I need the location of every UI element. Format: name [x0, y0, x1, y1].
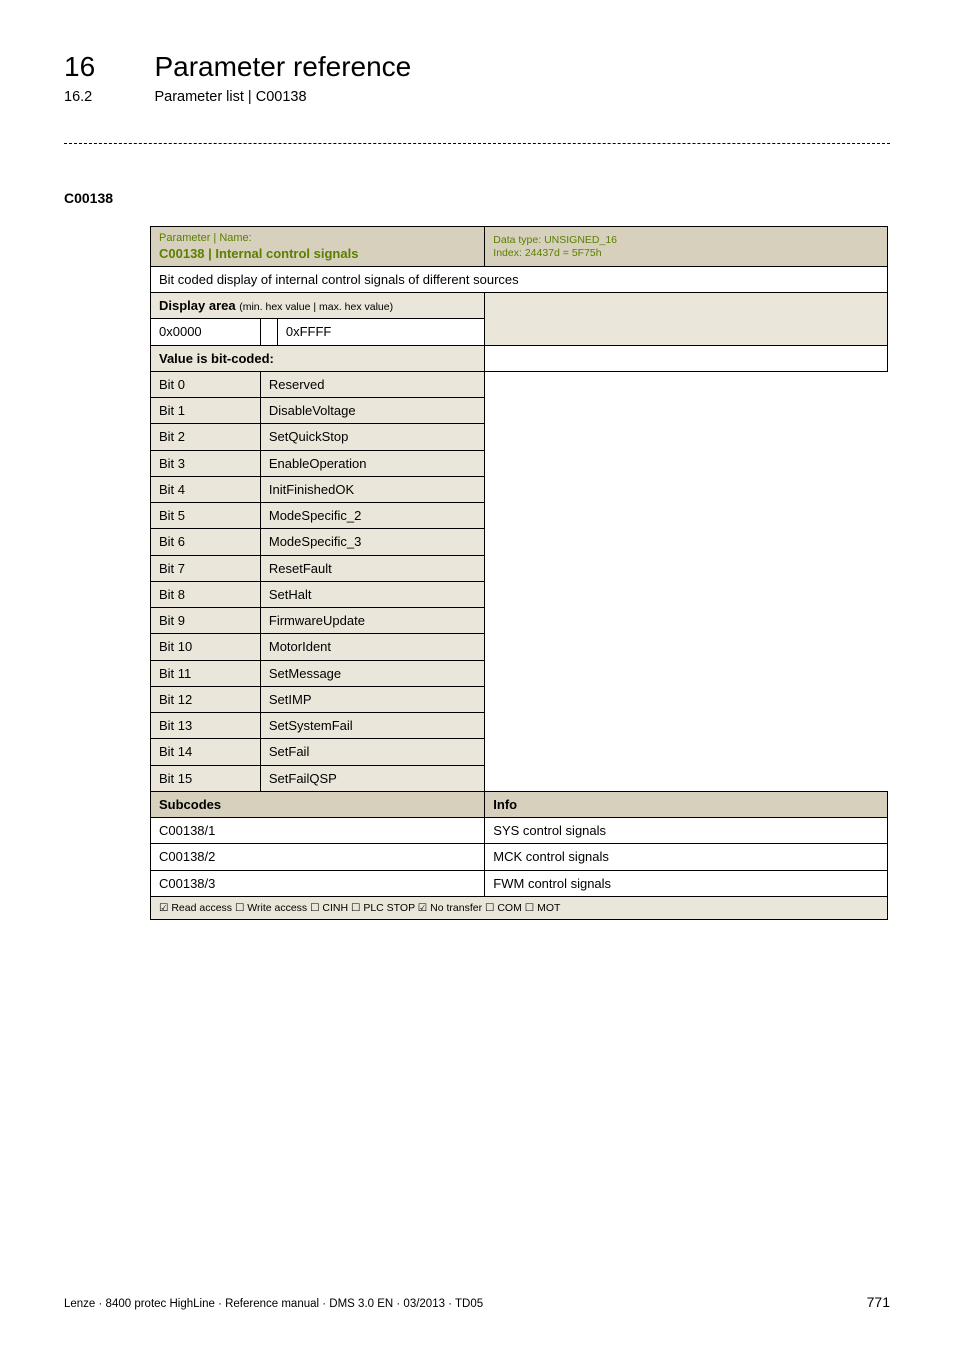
bit-label: Bit 5 — [151, 503, 261, 529]
subcode-row: C00138/1SYS control signals — [151, 818, 888, 844]
header-small-label: Parameter | Name: — [159, 232, 476, 246]
parameter-id-heading: C00138 — [64, 190, 890, 206]
bit-desc: InitFinishedOK — [260, 476, 484, 502]
bit-row: Bit 12SetIMP — [151, 686, 888, 712]
section-title: Parameter list | C00138 — [154, 89, 306, 105]
bit-label: Bit 3 — [151, 450, 261, 476]
bit-label: Bit 0 — [151, 371, 261, 397]
bit-row: Bit 8SetHalt — [151, 581, 888, 607]
bit-desc: SetSystemFail — [260, 713, 484, 739]
bit-row: Bit 4InitFinishedOK — [151, 476, 888, 502]
bit-row: Bit 15SetFailQSP — [151, 765, 888, 791]
display-min: 0x0000 — [151, 319, 261, 345]
bit-row: Bit 11SetMessage — [151, 660, 888, 686]
subcode-right: SYS control signals — [485, 818, 888, 844]
description-text: Bit coded display of internal control si… — [151, 266, 888, 292]
header-index: Index: 24437d = 5F75h — [493, 247, 879, 260]
bit-label: Bit 2 — [151, 424, 261, 450]
bit-desc: EnableOperation — [260, 450, 484, 476]
bit-desc: SetHalt — [260, 581, 484, 607]
chapter-title: Parameter reference — [154, 52, 411, 83]
chapter-number: 16 — [64, 52, 150, 83]
section-number: 16.2 — [64, 89, 150, 105]
bit-row: Bit 10MotorIdent — [151, 634, 888, 660]
display-area-label: Display area — [159, 298, 236, 313]
subcode-left: C00138/2 — [151, 844, 485, 870]
bit-desc: ModeSpecific_3 — [260, 529, 484, 555]
display-area-small: (min. hex value | max. hex value) — [239, 301, 393, 313]
bit-row: Bit 6ModeSpecific_3 — [151, 529, 888, 555]
bitcoded-header-row: Value is bit-coded: — [151, 345, 888, 371]
header-datatype: Data type: UNSIGNED_16 — [493, 234, 879, 247]
bit-desc: FirmwareUpdate — [260, 608, 484, 634]
display-max: 0xFFFF — [277, 319, 484, 345]
bitcoded-label: Value is bit-coded: — [151, 345, 485, 371]
bit-row: Bit 0Reserved — [151, 371, 888, 397]
subcodes-header-right: Info — [485, 791, 888, 817]
bit-label: Bit 10 — [151, 634, 261, 660]
subcode-row: C00138/2MCK control signals — [151, 844, 888, 870]
subcodes-header-row: Subcodes Info — [151, 791, 888, 817]
access-footer-row: ☑ Read access ☐ Write access ☐ CINH ☐ PL… — [151, 896, 888, 919]
bit-row: Bit 2SetQuickStop — [151, 424, 888, 450]
page-number: 771 — [867, 1294, 890, 1310]
bit-desc: Reserved — [260, 371, 484, 397]
bit-desc: SetFailQSP — [260, 765, 484, 791]
parameter-table: Parameter | Name: C00138 | Internal cont… — [150, 226, 888, 920]
bit-label: Bit 4 — [151, 476, 261, 502]
bit-row: Bit 7ResetFault — [151, 555, 888, 581]
bit-desc: DisableVoltage — [260, 398, 484, 424]
subcode-right: MCK control signals — [485, 844, 888, 870]
subcodes-header-left: Subcodes — [151, 791, 485, 817]
bitcoded-empty — [485, 345, 888, 371]
display-area-header-row: Display area (min. hex value | max. hex … — [151, 293, 888, 319]
bit-label: Bit 13 — [151, 713, 261, 739]
bit-desc: ModeSpecific_2 — [260, 503, 484, 529]
subcode-right: FWM control signals — [485, 870, 888, 896]
display-area-empty — [485, 293, 888, 346]
bit-row: Bit 9FirmwareUpdate — [151, 608, 888, 634]
bit-label: Bit 9 — [151, 608, 261, 634]
bit-label: Bit 14 — [151, 739, 261, 765]
subcode-left: C00138/3 — [151, 870, 485, 896]
bit-desc: MotorIdent — [260, 634, 484, 660]
display-spacer — [260, 319, 277, 345]
bit-desc: SetQuickStop — [260, 424, 484, 450]
bit-label: Bit 1 — [151, 398, 261, 424]
footer-left: Lenze · 8400 protec HighLine · Reference… — [64, 1298, 483, 1310]
bit-row: Bit 3EnableOperation — [151, 450, 888, 476]
bit-label: Bit 12 — [151, 686, 261, 712]
bit-row: Bit 1DisableVoltage — [151, 398, 888, 424]
bit-label: Bit 8 — [151, 581, 261, 607]
subcode-row: C00138/3FWM control signals — [151, 870, 888, 896]
access-footer-text: ☑ Read access ☐ Write access ☐ CINH ☐ PL… — [151, 896, 888, 919]
bit-label: Bit 6 — [151, 529, 261, 555]
header-param-name: C00138 | Internal control signals — [159, 246, 476, 262]
bit-row: Bit 14SetFail — [151, 739, 888, 765]
bit-row: Bit 13SetSystemFail — [151, 713, 888, 739]
bit-label: Bit 7 — [151, 555, 261, 581]
bit-label: Bit 15 — [151, 765, 261, 791]
subcode-left: C00138/1 — [151, 818, 485, 844]
bit-desc: ResetFault — [260, 555, 484, 581]
bit-desc: SetMessage — [260, 660, 484, 686]
bit-label: Bit 11 — [151, 660, 261, 686]
bit-desc: SetFail — [260, 739, 484, 765]
bit-row: Bit 5ModeSpecific_2 — [151, 503, 888, 529]
bit-desc: SetIMP — [260, 686, 484, 712]
table-header-row: Parameter | Name: C00138 | Internal cont… — [151, 226, 888, 266]
description-row: Bit coded display of internal control si… — [151, 266, 888, 292]
divider — [64, 143, 890, 144]
